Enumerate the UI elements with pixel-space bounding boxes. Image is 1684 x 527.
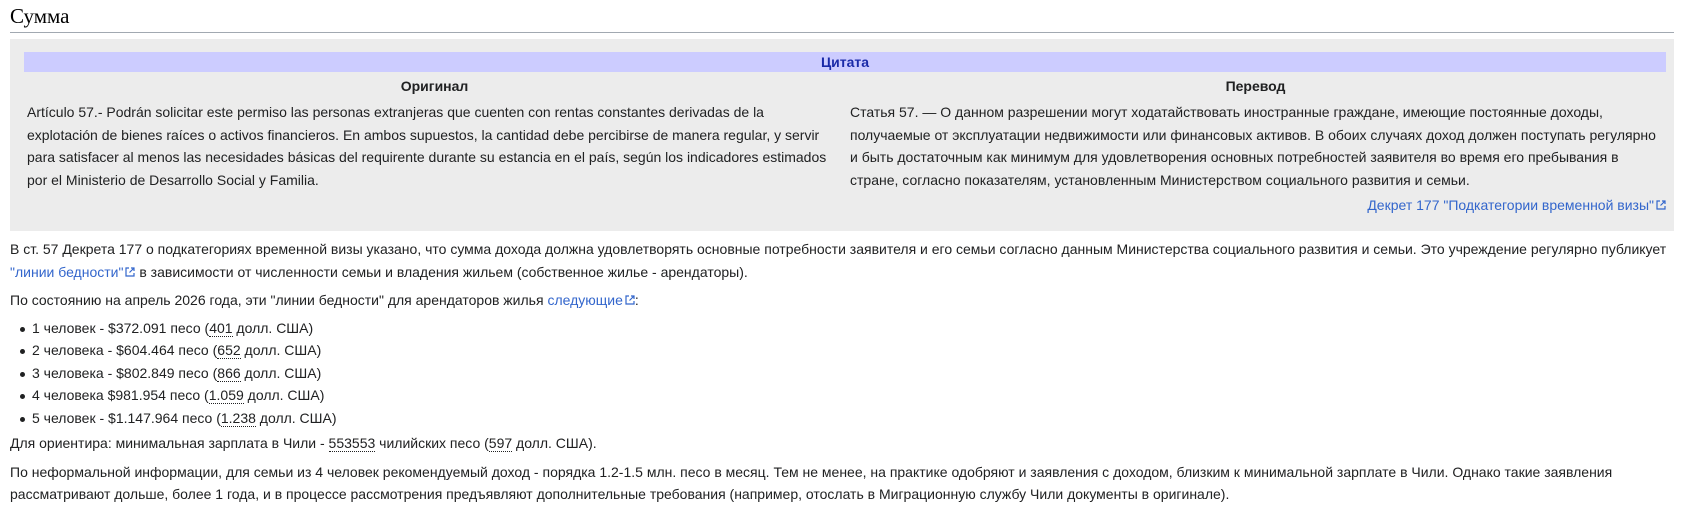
minimum-wage-text-2: чилийских песо ( [375,435,489,451]
paragraph-decree-text-2: в зависимости от численности семьи и вла… [135,263,748,280]
list-item-prefix: 4 человека $981.954 песо ( [32,387,209,403]
list-item: 3 человека - $802.849 песо (866 долл. СШ… [20,362,1674,385]
list-item-prefix: 2 человека - $604.464 песо ( [32,342,218,358]
list-item-prefix: 1 человек - $372.091 песо ( [32,319,210,336]
poverty-lines-link-label: "линии бедности" [10,263,124,280]
list-item-suffix: долл. США) [243,387,325,403]
list-item-prefix: 3 человека - $802.849 песо ( [32,364,218,381]
quote-columns: Оригинал Artículo 57.- Podrán solicitar … [24,76,1666,191]
page: Сумма Цитата Оригинал Artículo 57.- Podr… [0,4,1684,506]
usd-amount: 1.238 [220,409,256,427]
usd-amount: 866 [217,364,241,382]
decree-177-link-label: Декрет 177 "Подкатегории временной визы" [1367,197,1654,213]
following-link-label: следующие [547,292,623,308]
quote-source: Декрет 177 "Подкатегории временной визы" [24,195,1666,215]
following-link[interactable]: следующие [547,292,635,308]
usd-amount: 1.059 [208,387,244,404]
usd-amount: 652 [217,342,241,359]
translation-column: Перевод Статья 57. — О данном разрешении… [845,76,1666,191]
paragraph-decree: В ст. 57 Декрета 177 о подкатегориях вре… [10,238,1674,283]
quote-header: Цитата [24,52,1666,72]
list-item: 2 человека - $604.464 песо (652 долл. СШ… [20,339,1674,362]
paragraph-april-2026: По состоянию на апрель 2026 года, эти "л… [10,289,1674,312]
paragraph-april-text-1: По состоянию на апрель 2026 года, эти "л… [10,292,548,308]
original-title: Оригинал [400,78,469,94]
minimum-wage-text-1: Для ориентира: минимальная зарплата в Чи… [10,435,329,451]
poverty-lines-list: 1 человек - $372.091 песо (401 долл. США… [10,317,1674,430]
external-link-icon [1656,200,1666,210]
translation-text: Статья 57. — О данном разрешении могут х… [850,104,1656,188]
list-item-suffix: долл. США) [240,342,322,358]
usd-amount: 597 [488,435,513,452]
paragraph-decree-text-1: В ст. 57 Декрета 177 о подкатегориях вре… [10,241,1667,257]
list-item-suffix: долл. США) [255,409,337,426]
paragraph-minimum-wage: Для ориентира: минимальная зарплата в Чи… [10,432,1674,455]
original-column: Оригинал Artículo 57.- Podrán solicitar … [24,76,845,191]
original-text: Artículo 57.- Podrán solicitar este perm… [27,104,827,188]
quote-box: Цитата Оригинал Artículo 57.- Podrán sol… [10,39,1674,231]
section-title: Сумма [10,4,1674,33]
external-link-icon [125,266,136,277]
clp-amount: 553553 [328,435,376,452]
list-item: 4 человека $981.954 песо (1.059 долл. СШ… [20,384,1674,407]
list-item-suffix: долл. США) [232,319,314,336]
list-item-prefix: 5 человек - $1.147.964 песо ( [32,409,221,426]
list-item: 1 человек - $372.091 песо (401 долл. США… [20,317,1674,340]
external-link-icon [625,295,635,305]
decree-177-link[interactable]: Декрет 177 "Подкатегории временной визы" [1367,197,1666,213]
list-item-suffix: долл. США) [240,364,322,381]
translation-title: Перевод [1225,78,1286,94]
usd-amount: 401 [209,319,233,337]
paragraph-informal: По неформальной информации, для семьи из… [10,463,1613,503]
list-item: 5 человек - $1.147.964 песо (1.238 долл.… [20,407,1674,430]
minimum-wage-text-3: долл. США). [512,435,597,451]
paragraph-april-text-2: : [634,292,639,308]
poverty-lines-link[interactable]: "линии бедности" [10,263,136,280]
